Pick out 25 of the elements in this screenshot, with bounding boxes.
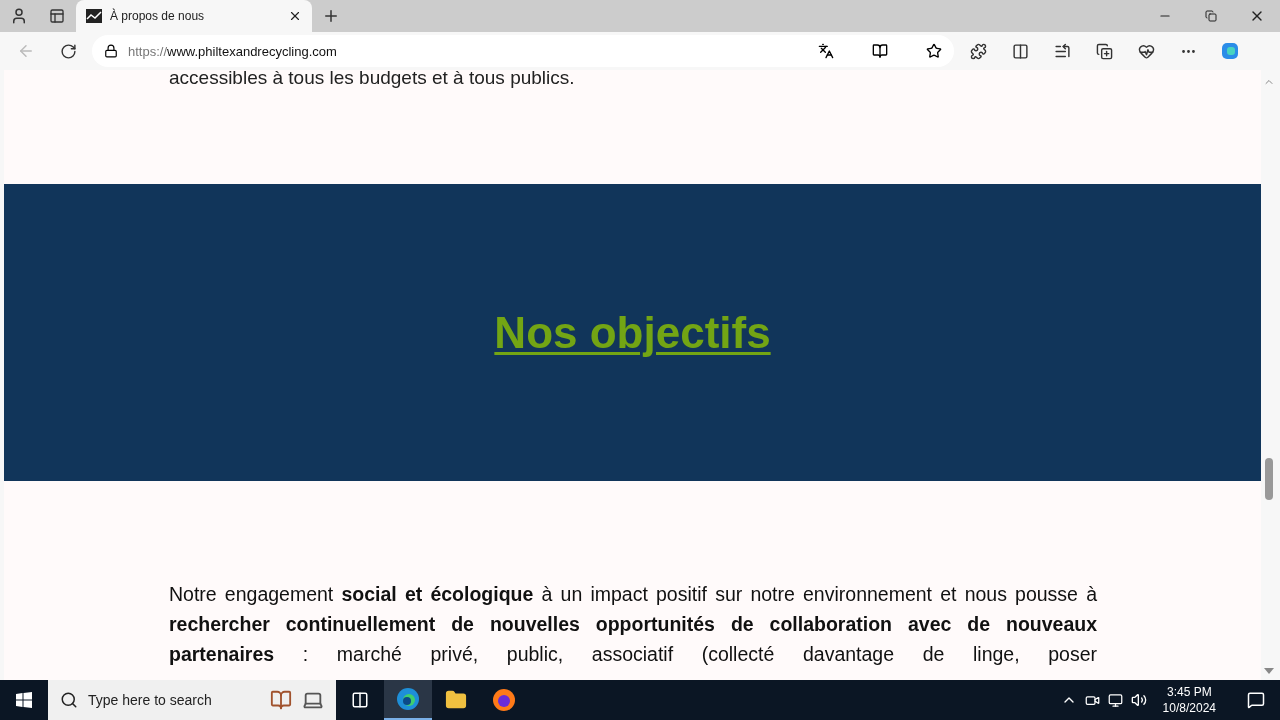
search-field[interactable]: Type here to search <box>48 680 336 720</box>
body-text: accessibles à tous les budgets et à tous publics. <box>168 70 576 90</box>
close-tab-icon[interactable] <box>288 9 302 23</box>
clock-date: 10/8/2024 <box>1162 700 1216 716</box>
network-icon[interactable] <box>1107 692 1123 708</box>
browser-icon <box>492 688 516 712</box>
section-heading[interactable]: Nos objectifs <box>494 307 771 358</box>
address-bar[interactable]: https://www.philtexandrecycling.com <box>92 35 954 67</box>
favorite-star-icon[interactable] <box>926 43 942 59</box>
paragraph: Notre engagement social et écologique à un impact positif sur notre environnement et nous pousse à rechercher continuellement de nouvelles opportunités de collaboration avec de nouveaux partenaires : marché privé, public, associatif (collecté davantage de linge, poser <box>169 582 1097 667</box>
url-text: https://www.philtexandrecycling.com <box>128 43 338 59</box>
volume-icon[interactable] <box>1130 692 1147 708</box>
windows-icon <box>16 692 32 708</box>
book-icon <box>270 689 292 711</box>
browser-icon <box>396 687 420 711</box>
browser-tab[interactable]: À propos de nous <box>76 0 312 32</box>
search-icon <box>60 691 78 709</box>
translate-icon[interactable] <box>818 43 834 59</box>
scrollbar-thumb[interactable] <box>1265 458 1273 500</box>
scroll-down-icon[interactable] <box>1264 668 1274 674</box>
clock-time: 3:45 PM <box>1166 684 1212 700</box>
tab-title: À propos de nous <box>110 9 206 23</box>
site-icon <box>86 9 102 23</box>
lock-icon <box>104 44 118 58</box>
edge-taskbar-icon[interactable] <box>384 680 432 720</box>
